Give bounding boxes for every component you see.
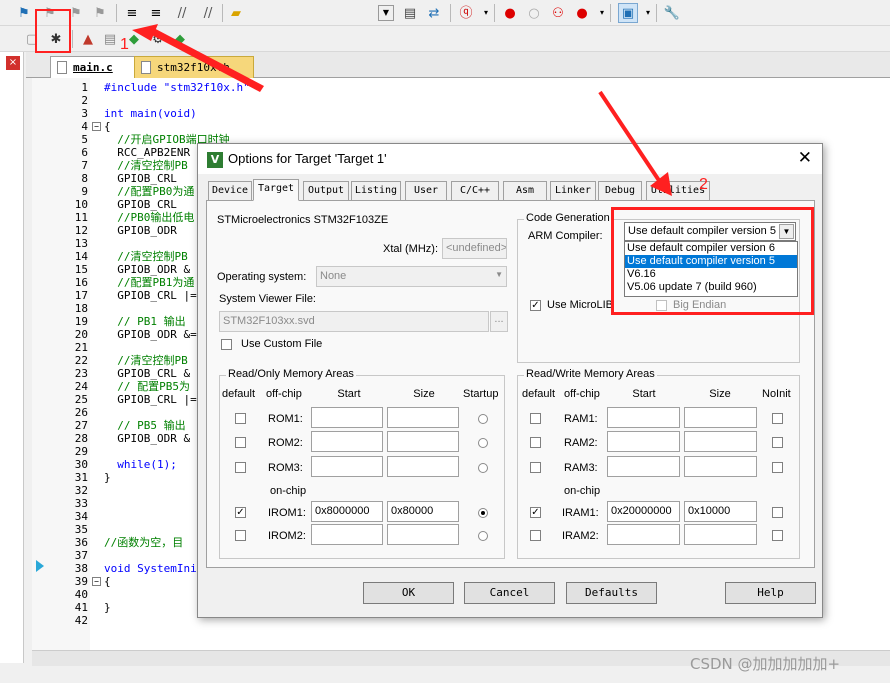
arrow-step2-head [650,172,672,196]
arrow-step1 [148,26,264,92]
annotation-step1: 1 [120,36,129,53]
annotation-step2: 2 [699,176,708,193]
arrow-step1-head [132,24,158,41]
watermark: CSDN @加加加加加+ [690,655,841,673]
annotation-arrows [132,24,672,196]
arrow-step2 [598,90,662,184]
tab-target[interactable]: Target [253,179,299,201]
